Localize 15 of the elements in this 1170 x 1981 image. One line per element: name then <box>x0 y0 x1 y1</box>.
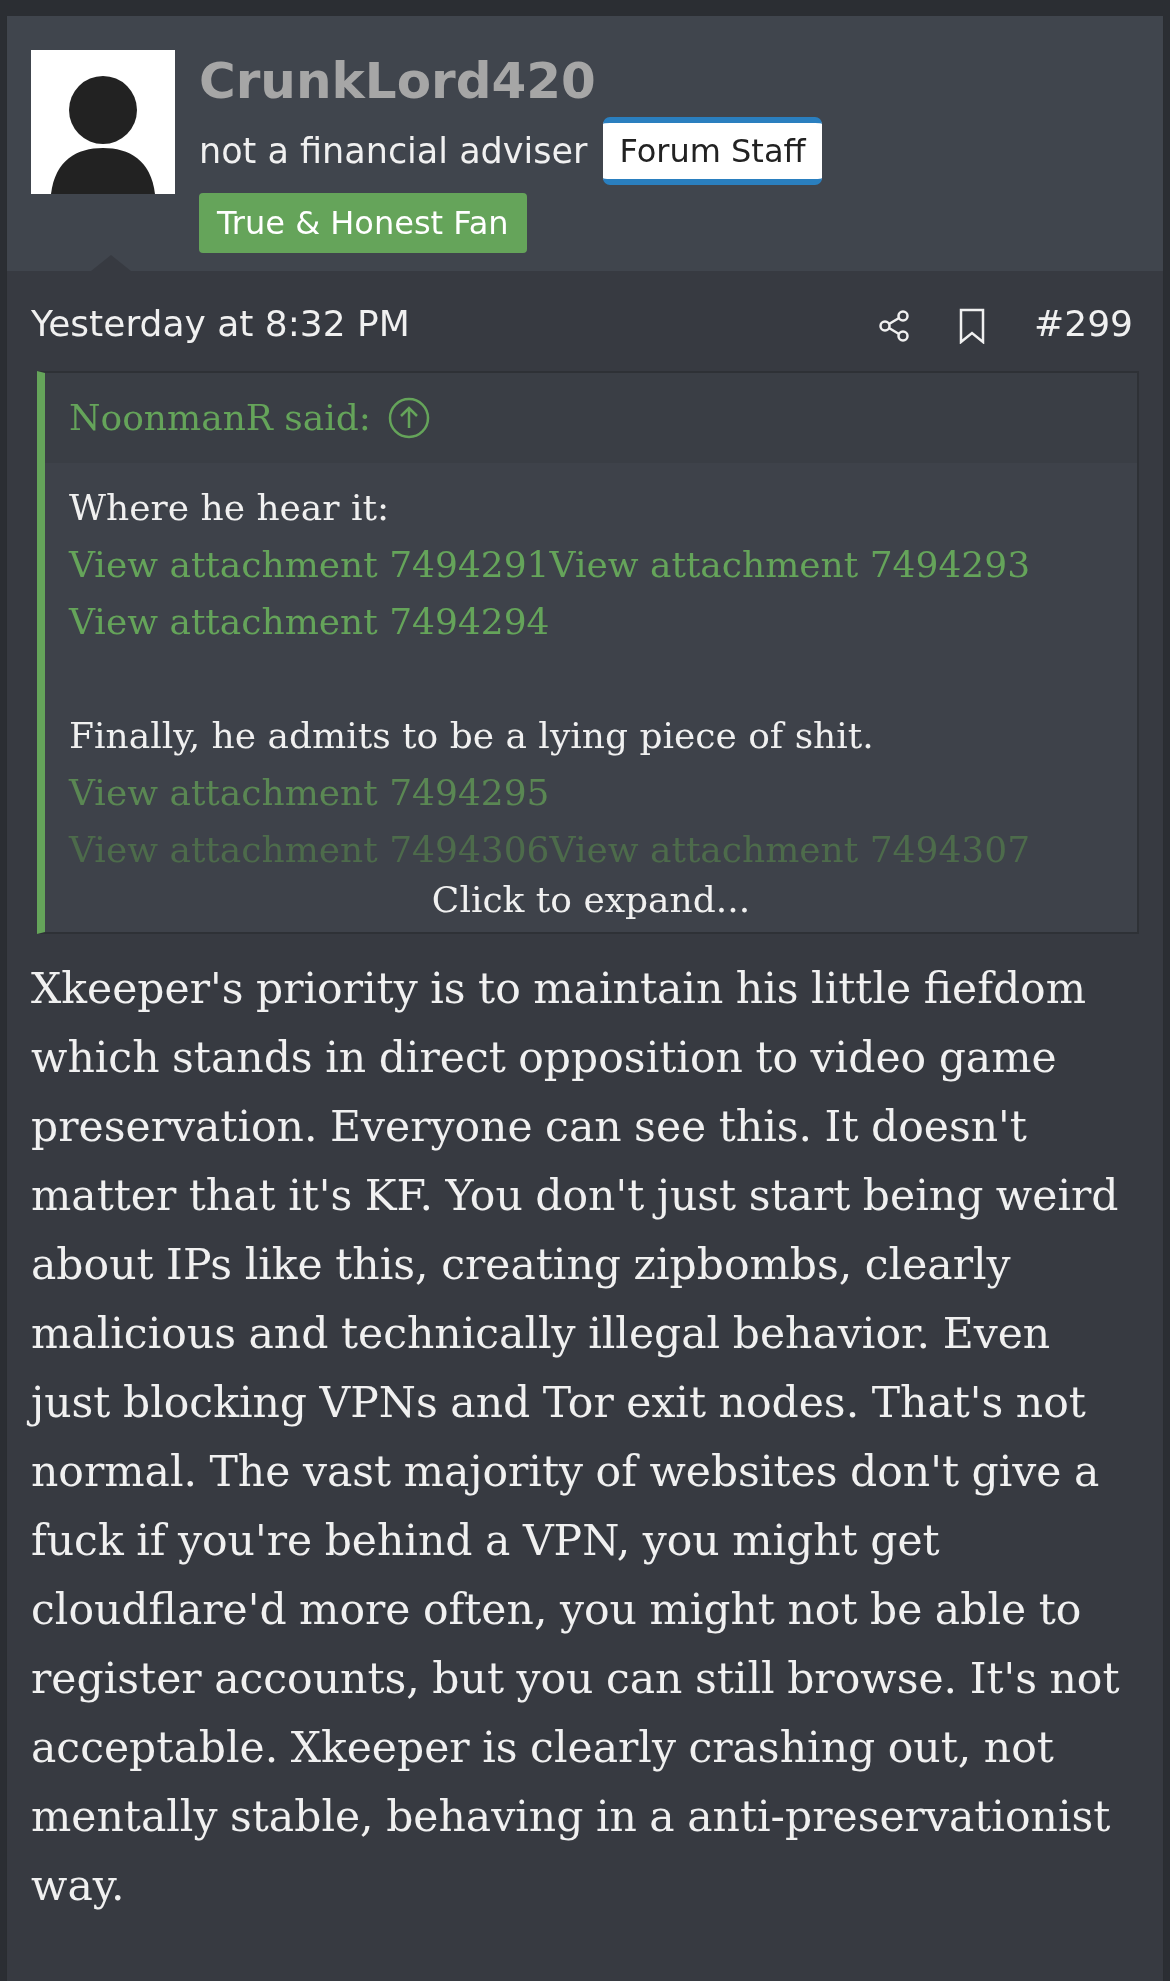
attachment-link[interactable]: View attachment 7494293 <box>549 544 1031 585</box>
attachment-link[interactable]: View attachment 7494294 <box>69 601 550 642</box>
username-link[interactable]: CrunkLord420 <box>199 54 822 109</box>
post-body-text: Xkeeper's priority is to maintain his little fiefdom which stands in direct opposition to video game preservation. Everyone can see this. It doesn't matter that it's KF. You don't just start being weird about IPs like this, creating zipbombs, clearly malicious and technically illegal behavior. Even just blocking VPNs and Tor exit nodes. That's not normal. The vast majority of websites don't give a fuck if you're behind a VPN, you might get cloudflare'd more often, you might not be able to register accounts, but you can still browse. It's not acceptable. Xkeeper is clearly crashing out, not mentally stable, behaving in a anti-preservationist way. <box>7 934 1163 1940</box>
user-banner: True & Honest Fan <box>199 193 527 253</box>
attachment-link[interactable]: View attachment 7494291 <box>69 544 550 585</box>
post-date[interactable]: Yesterday at 8:32 PM <box>31 297 410 351</box>
user-banner: Forum Staff <box>603 117 822 185</box>
attachment-link[interactable]: View attachment 7494295 <box>69 772 550 813</box>
quote-text: Finally, he admits to be a lying piece of shit. <box>69 715 874 756</box>
quote-attribution: NoonmanR said: <box>69 396 371 440</box>
user-title: not a financial adviser <box>199 129 588 173</box>
quote-text: Where he hear it: <box>69 487 390 528</box>
post-number-link[interactable]: #299 <box>1034 297 1133 351</box>
expand-link[interactable]: Click to expand... <box>431 878 751 922</box>
